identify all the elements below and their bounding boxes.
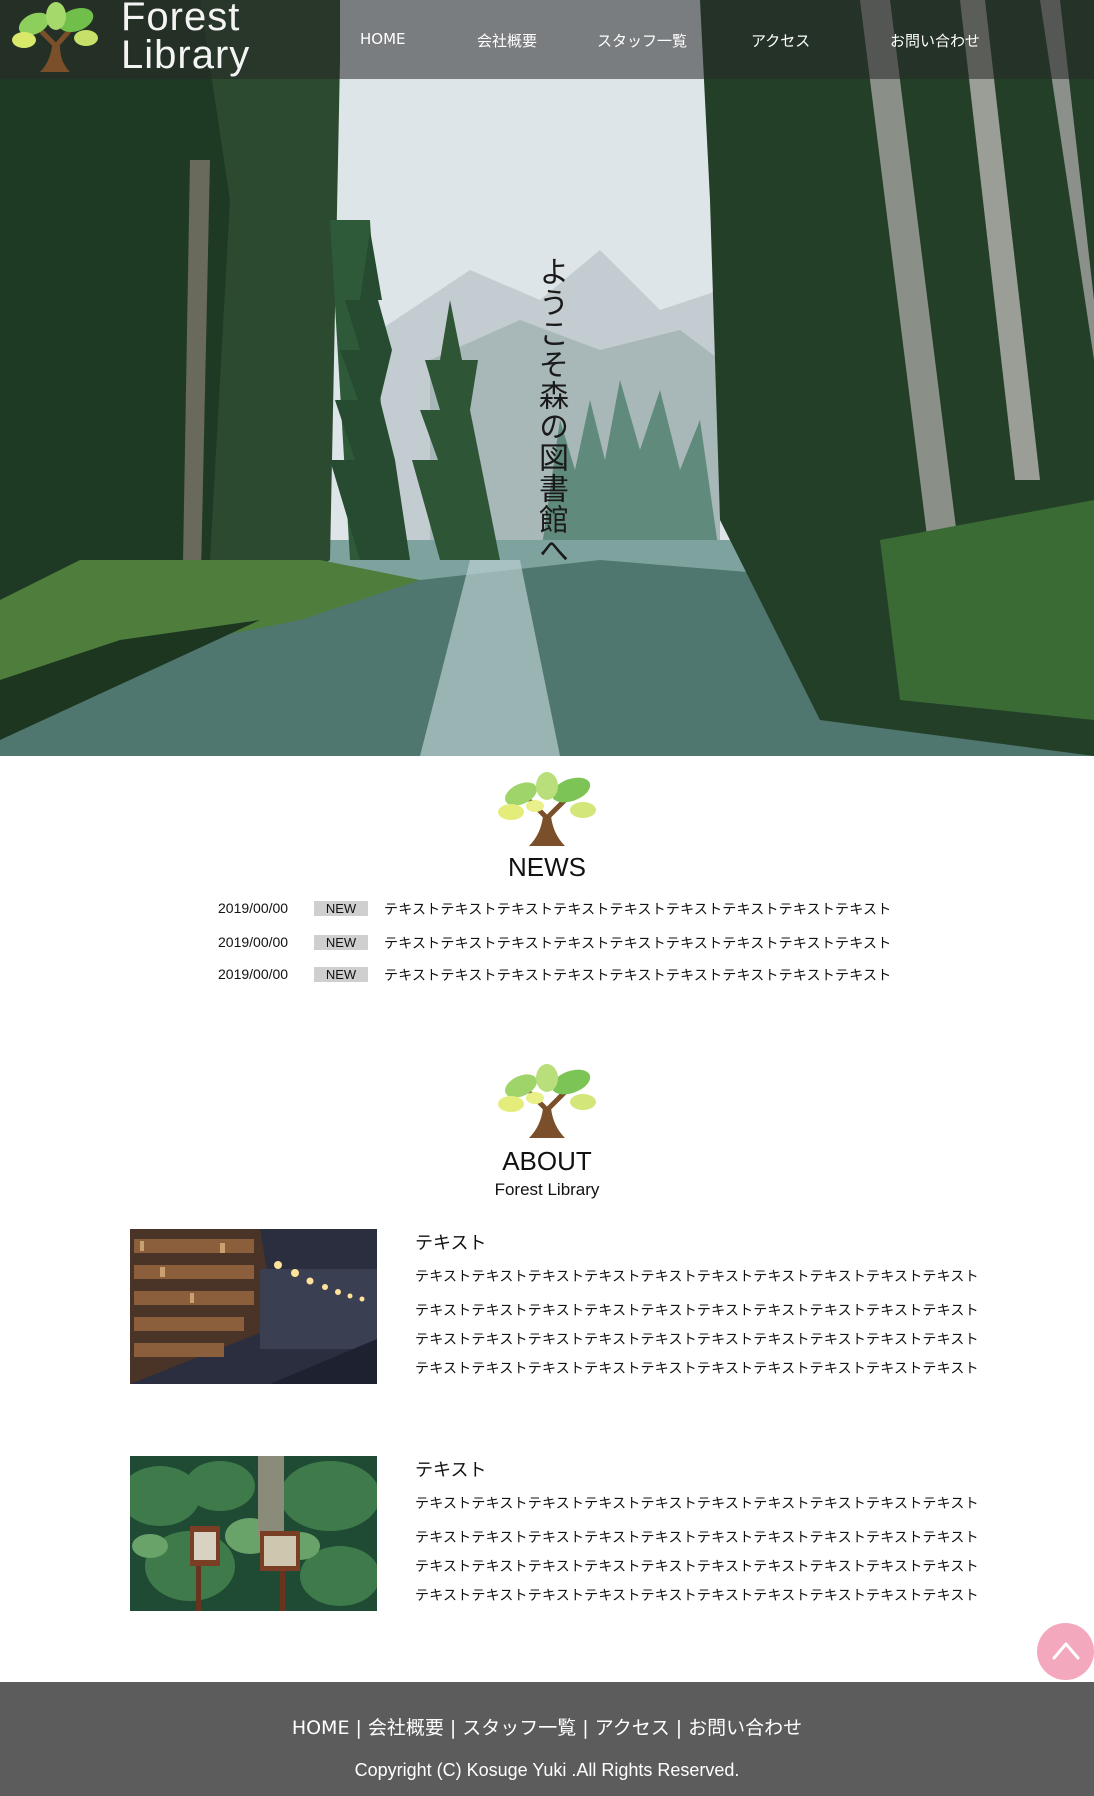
- footer-nav-home[interactable]: HOME: [292, 1717, 350, 1739]
- footer-nav-access[interactable]: アクセス: [595, 1717, 670, 1739]
- news-text: テキストテキストテキストテキストテキストテキストテキストテキストテキスト: [384, 936, 892, 952]
- main-nav: HOME 会社概要 スタッフ一覧 アクセス お問い合わせ: [0, 30, 1094, 54]
- about-text-line: テキストテキストテキストテキストテキストテキストテキストテキストテキストテキスト: [415, 1303, 979, 1319]
- about-heading: テキスト: [415, 1460, 487, 1481]
- footer-nav-contact[interactable]: お問い合わせ: [688, 1717, 802, 1739]
- about-text-line: テキストテキストテキストテキストテキストテキストテキストテキストテキストテキスト: [415, 1559, 979, 1575]
- nav-staff[interactable]: スタッフ一覧: [597, 30, 687, 51]
- about-text-line: テキストテキストテキストテキストテキストテキストテキストテキストテキストテキスト: [415, 1269, 979, 1285]
- footer-nav-staff[interactable]: スタッフ一覧: [462, 1717, 576, 1739]
- forest-bookshelf-photo: [130, 1456, 377, 1611]
- news-text: テキストテキストテキストテキストテキストテキストテキストテキストテキスト: [384, 902, 892, 918]
- nav-contact[interactable]: お問い合わせ: [890, 30, 980, 51]
- footer-nav-company[interactable]: 会社概要: [368, 1717, 444, 1739]
- news-item[interactable]: 2019/00/00 NEW テキストテキストテキストテキストテキストテキストテ…: [218, 898, 918, 920]
- about-text-line: テキストテキストテキストテキストテキストテキストテキストテキストテキストテキスト: [415, 1496, 979, 1512]
- nav-company[interactable]: 会社概要: [477, 30, 537, 51]
- copyright-text: Copyright (C) Kosuge Yuki .All Rights Re…: [354, 1760, 740, 1780]
- about-text-line: テキストテキストテキストテキストテキストテキストテキストテキストテキストテキスト: [415, 1361, 979, 1377]
- footer-nav: HOME | 会社概要 | スタッフ一覧 | アクセス | お問い合わせ: [0, 1713, 1094, 1740]
- about-text-line: テキストテキストテキストテキストテキストテキストテキストテキストテキストテキスト: [415, 1332, 979, 1348]
- news-date: 2019/00/00: [218, 934, 289, 950]
- nav-home[interactable]: HOME: [360, 30, 406, 48]
- about-item: テキスト テキストテキストテキストテキストテキストテキストテキストテキストテキス…: [130, 1456, 979, 1616]
- about-text-line: テキストテキストテキストテキストテキストテキストテキストテキストテキストテキスト: [415, 1588, 979, 1604]
- news-item[interactable]: 2019/00/00 NEW テキストテキストテキストテキストテキストテキストテ…: [218, 964, 918, 986]
- about-heading: テキスト: [415, 1233, 487, 1254]
- nav-access[interactable]: アクセス: [751, 30, 810, 51]
- about-title: ABOUT: [502, 1146, 592, 1176]
- hero-tagline: ようこそ森の図書館へ: [533, 256, 568, 566]
- library-shelves-photo: [130, 1229, 377, 1384]
- news-new-badge: NEW: [314, 935, 368, 950]
- news-new-badge: NEW: [314, 967, 368, 982]
- back-to-top-button[interactable]: [1037, 1623, 1094, 1680]
- site-header: Forest Library HOME 会社概要 スタッフ一覧 アクセス お問い…: [0, 0, 1094, 79]
- news-date: 2019/00/00: [218, 966, 289, 982]
- news-item[interactable]: 2019/00/00 NEW テキストテキストテキストテキストテキストテキストテ…: [218, 932, 918, 954]
- news-new-badge: NEW: [314, 901, 368, 916]
- news-title: NEWS: [508, 852, 586, 882]
- footer-nav-separator: |: [355, 1717, 362, 1739]
- footer-nav-separator: |: [675, 1717, 683, 1739]
- about-subtitle: Forest Library: [494, 1180, 600, 1199]
- about-text-line: テキストテキストテキストテキストテキストテキストテキストテキストテキストテキスト: [415, 1530, 979, 1546]
- about-tree-icon: [498, 1064, 596, 1138]
- news-text: テキストテキストテキストテキストテキストテキストテキストテキストテキスト: [384, 968, 892, 984]
- news-date: 2019/00/00: [218, 900, 289, 916]
- hero: ようこそ森の図書館へ Forest Library HOME 会社概要 スタッフ…: [0, 0, 1094, 756]
- footer-nav-separator: |: [449, 1717, 457, 1739]
- footer-nav-separator: |: [582, 1717, 589, 1739]
- site-footer: HOME | 会社概要 | スタッフ一覧 | アクセス | お問い合わせ Copyright (…: [0, 1682, 1094, 1796]
- news-tree-icon: [498, 772, 596, 846]
- chevron-up-icon: [1052, 1642, 1080, 1660]
- about-item: テキスト テキストテキストテキストテキストテキストテキストテキストテキストテキス…: [130, 1229, 979, 1389]
